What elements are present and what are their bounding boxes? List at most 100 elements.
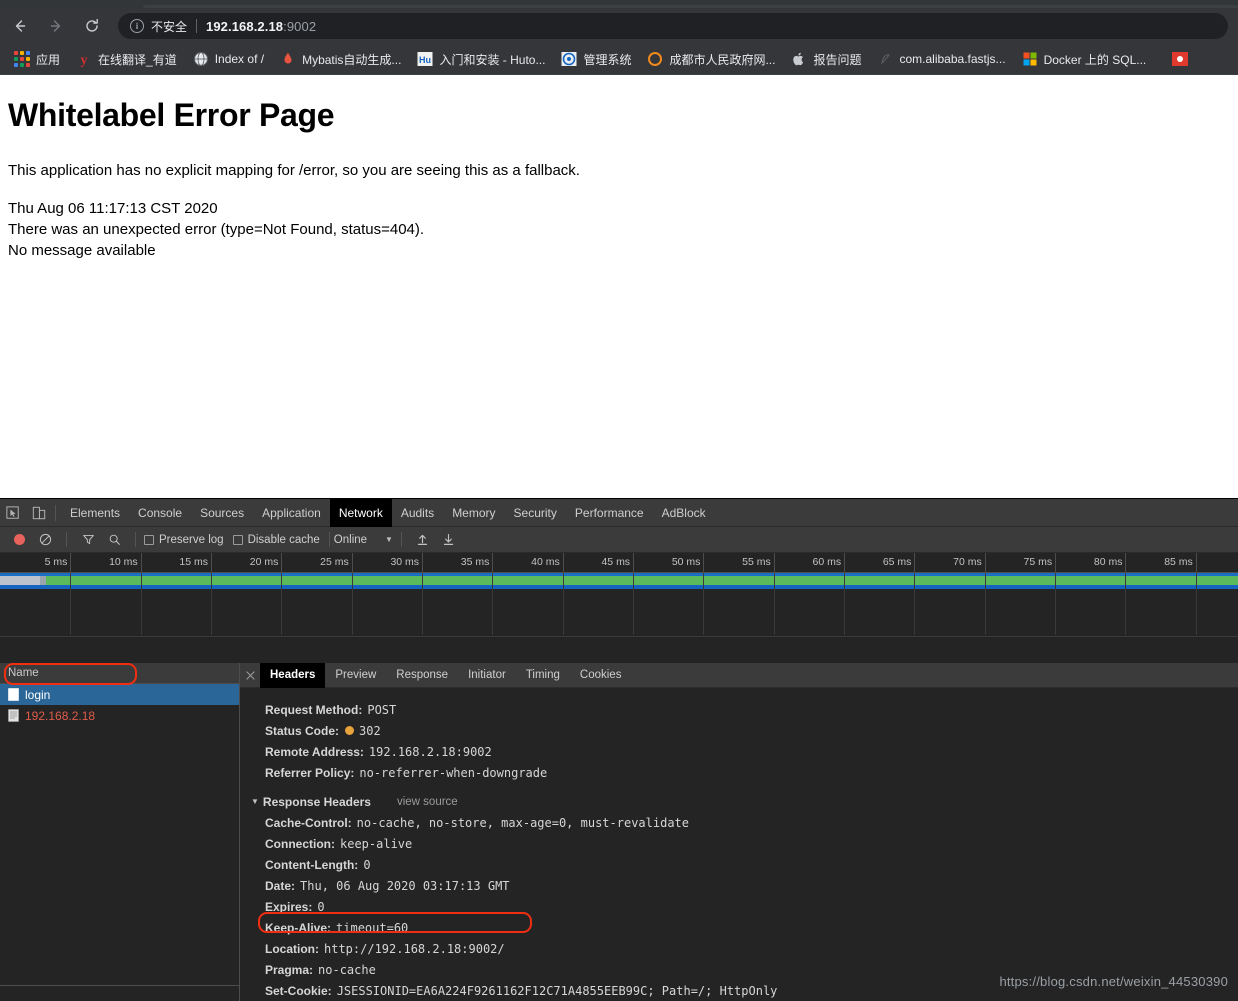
- header-key: Connection:: [265, 836, 335, 851]
- tab-audits[interactable]: Audits: [392, 499, 443, 527]
- throttle-select[interactable]: Online ▼: [334, 534, 393, 546]
- clear-no-entry-icon: [39, 533, 51, 546]
- overview-gridline: [562, 573, 564, 635]
- bookmark-index-of[interactable]: Index of /: [187, 47, 270, 71]
- youdao-y-icon: y: [81, 53, 88, 67]
- detail-tab-headers[interactable]: Headers: [260, 663, 326, 688]
- bookmark-docker-sql[interactable]: Docker 上的 SQL...: [1016, 47, 1153, 71]
- header-row: Remote Address: 192.168.2.18:9002: [240, 741, 1238, 762]
- export-har-button[interactable]: [436, 527, 462, 553]
- bookmarks-bar: 应用 y 在线翻译_有道 Index of / Mybatis自动生成... H…: [0, 44, 1238, 75]
- table-row[interactable]: login: [0, 684, 239, 705]
- timeline-ruler[interactable]: 5 ms 10 ms 15 ms 20 ms 25 ms 30 ms 35 ms 40 ms 4…: [0, 553, 1238, 573]
- overview-graph[interactable]: [0, 573, 1238, 635]
- bookmark-label: Docker 上的 SQL...: [1043, 52, 1147, 67]
- bookmark-fastjson[interactable]: com.alibaba.fastjs...: [872, 47, 1012, 71]
- browser-window: i 不安全 192.168.2.18:9002 应用 y 在线翻译_有道 In…: [0, 0, 1238, 1001]
- detail-tab-preview[interactable]: Preview: [325, 663, 386, 688]
- overview-gridline: [140, 573, 142, 635]
- header-row: Referrer Policy: no-referrer-when-downgr…: [240, 762, 1238, 783]
- bookmark-youdao[interactable]: y 在线翻译_有道: [70, 47, 183, 71]
- bookmark-label: Mybatis自动生成...: [302, 52, 402, 67]
- timeline-tick-label: 10 ms: [109, 556, 138, 568]
- disable-cache-checkbox[interactable]: Disable cache: [232, 534, 320, 546]
- requests-column-header[interactable]: Name: [0, 663, 239, 684]
- page-viewport: Whitelabel Error Page This application h…: [0, 75, 1238, 498]
- tab-strip: [0, 0, 1238, 8]
- response-headers-section[interactable]: ▼ Response Headers view source: [240, 791, 1238, 812]
- tab-sources[interactable]: Sources: [191, 499, 253, 527]
- device-toolbar-icon: [32, 506, 46, 519]
- header-key: Date:: [265, 878, 296, 893]
- forward-button[interactable]: [40, 10, 72, 42]
- bookmark-report-issue[interactable]: 报告问题: [785, 47, 867, 71]
- bookmark-mybatis[interactable]: Mybatis自动生成...: [274, 47, 407, 71]
- timeline-tick: 45 ms: [601, 553, 635, 572]
- checkbox-box: [232, 534, 243, 545]
- header-value: no-cache, no-store, max-age=0, must-reva…: [356, 815, 690, 830]
- bookmark-apps[interactable]: 应用: [8, 47, 66, 71]
- preserve-log-checkbox[interactable]: Preserve log: [144, 534, 224, 546]
- flame-icon: [284, 52, 292, 64]
- tab-performance[interactable]: Performance: [566, 499, 653, 527]
- timeline-tick: 85 ms: [1164, 553, 1197, 572]
- overview-band-load: [0, 585, 1238, 589]
- document-icon: [8, 688, 19, 701]
- close-detail-button[interactable]: [240, 670, 260, 680]
- requests-pane: Name login 192.168.2.18: [0, 663, 240, 1001]
- tab-console[interactable]: Console: [129, 499, 191, 527]
- address-bar[interactable]: i 不安全 192.168.2.18:9002: [118, 13, 1228, 39]
- view-source-link[interactable]: view source: [397, 796, 458, 808]
- bookmark-hutool[interactable]: Hu 入门和安装 - Huto...: [411, 47, 551, 71]
- download-arrow-icon: [444, 534, 454, 545]
- search-magnifier-icon: [109, 534, 120, 545]
- globe-icon: [193, 52, 208, 66]
- header-row: Cache-Control: no-cache, no-store, max-a…: [240, 812, 1238, 833]
- overview-gridline: [633, 573, 635, 635]
- detail-tab-timing[interactable]: Timing: [516, 663, 570, 688]
- detail-tab-cookies[interactable]: Cookies: [570, 663, 632, 688]
- timeline-tick: 55 ms: [742, 553, 775, 572]
- header-key: Content-Length:: [265, 857, 359, 872]
- timeline-tick: 65 ms: [883, 553, 916, 572]
- device-toolbar-button[interactable]: [26, 500, 52, 526]
- overview-band-idle-dark: [40, 576, 46, 585]
- header-value: 302: [359, 723, 381, 738]
- tab-memory[interactable]: Memory: [443, 499, 504, 527]
- tab-application[interactable]: Application: [253, 499, 330, 527]
- tab-security[interactable]: Security: [505, 499, 566, 527]
- bookmark-label: 在线翻译_有道: [98, 52, 177, 67]
- tab-elements[interactable]: Elements: [61, 499, 129, 527]
- back-button[interactable]: [4, 10, 36, 42]
- bookmark-chengdu-gov[interactable]: 成都市人民政府网...: [641, 47, 781, 71]
- arrow-right-icon: [50, 20, 61, 32]
- timeline-tick-label: 30 ms: [390, 556, 420, 568]
- inspect-element-button[interactable]: [0, 500, 26, 526]
- import-har-button[interactable]: [410, 527, 436, 553]
- watermark: https://blog.csdn.net/weixin_44530390: [999, 974, 1228, 989]
- overview-gridline: [1055, 573, 1057, 635]
- headers-content[interactable]: Request Method: POST Status Code: 302 Re…: [240, 688, 1238, 1001]
- search-button[interactable]: [101, 527, 127, 553]
- reload-button[interactable]: [76, 10, 108, 42]
- overview-gridline: [281, 573, 283, 635]
- bookmark-overflow[interactable]: [1166, 47, 1200, 71]
- clear-button[interactable]: [32, 527, 58, 553]
- header-row: Content-Length: 0: [240, 854, 1238, 875]
- detail-tab-response[interactable]: Response: [386, 663, 458, 688]
- tab-adblock[interactable]: AdBlock: [653, 499, 715, 527]
- table-row[interactable]: 192.168.2.18: [0, 705, 239, 726]
- detail-tab-initiator[interactable]: Initiator: [458, 663, 516, 688]
- header-value: keep-alive: [340, 836, 413, 851]
- timeline-tick-label: 85 ms: [1164, 556, 1193, 568]
- bookmark-admin-system[interactable]: 管理系统: [555, 47, 637, 71]
- record-button[interactable]: [6, 527, 32, 553]
- header-key: Remote Address:: [265, 744, 364, 759]
- info-circle-icon: i: [130, 19, 144, 33]
- timeline-tick: 30 ms: [390, 553, 424, 572]
- overview-gridline: [211, 573, 213, 635]
- filter-button[interactable]: [75, 527, 101, 553]
- timeline-tick: 15 ms: [179, 553, 213, 572]
- tab-network[interactable]: Network: [329, 498, 392, 527]
- clipped-general-row: [240, 688, 1238, 699]
